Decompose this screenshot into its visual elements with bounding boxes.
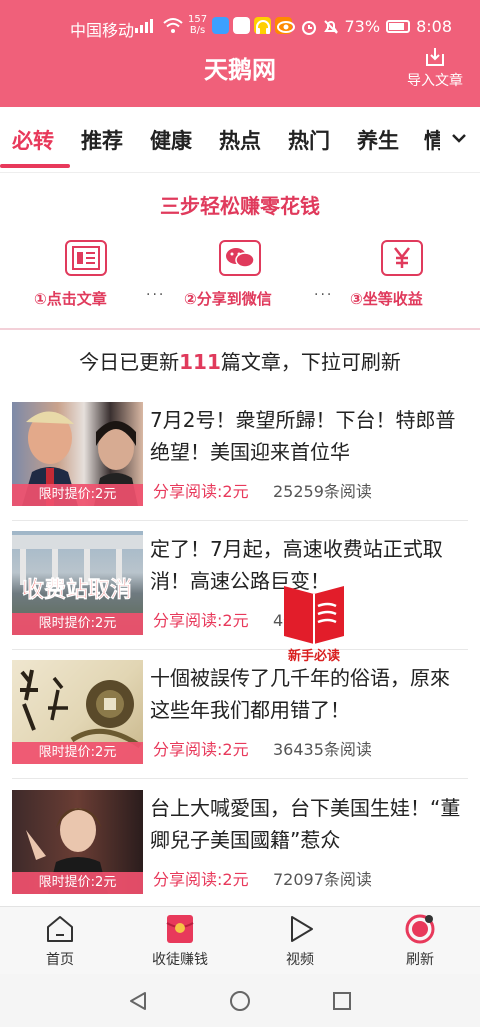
- divider: [0, 328, 480, 330]
- article-thumbnail: 收费站取消 限时提价:2元: [12, 531, 143, 635]
- tab-recommend[interactable]: 推荐: [81, 125, 123, 155]
- chevron-down-icon[interactable]: [448, 127, 470, 149]
- update-notice: 今日已更新111篇文章，下拉可刷新: [79, 350, 401, 374]
- price-label: 限时提价:2元: [12, 872, 143, 894]
- nav-recruit-label: 收徒赚钱: [152, 952, 208, 968]
- nav-home[interactable]: 首页: [20, 913, 100, 969]
- step-dots: ···: [146, 287, 166, 303]
- share-reward: 分享阅读:2元: [153, 870, 249, 889]
- nav-refresh-label: 刷新: [406, 952, 434, 968]
- nav-home-label: 首页: [46, 952, 74, 968]
- carrier-name: 中国移动: [70, 21, 135, 40]
- tab-health[interactable]: 健康: [150, 125, 192, 155]
- book-icon: [284, 586, 344, 644]
- home-circle-icon[interactable]: [229, 990, 251, 1012]
- import-icon: [426, 48, 444, 66]
- article-thumbnail: 限时提价:2元: [12, 660, 143, 764]
- price-label: 限时提价:2元: [12, 613, 143, 635]
- play-icon: [291, 916, 313, 942]
- beginner-guide-badge[interactable]: 新手必读: [278, 582, 350, 666]
- recents-icon[interactable]: [331, 990, 353, 1012]
- svg-text:收费站取消: 收费站取消: [22, 577, 132, 603]
- article-item[interactable]: 限时提价:2元 十個被誤传了几千年的俗语，原來这些年我们都用错了！ 分享阅读:2…: [0, 660, 480, 790]
- nav-refresh[interactable]: 刷新: [380, 913, 460, 969]
- wechat-icon: [219, 240, 261, 276]
- article-headline[interactable]: 台上大喊愛国，台下美国生娃！“董卿兒子美国國籍”惹众: [150, 792, 468, 856]
- app-notify-icon: [212, 17, 229, 34]
- net-speed: 157 B/s: [188, 14, 208, 36]
- yuan-icon: [381, 240, 423, 276]
- status-right: 73% 8:08: [255, 17, 452, 36]
- step-3-label: ③坐等收益: [350, 290, 423, 308]
- wechat-notify-icon: [233, 17, 250, 34]
- system-nav-bar: [0, 974, 480, 1027]
- article-headline[interactable]: 十個被誤传了几千年的俗语，原來这些年我们都用错了！: [150, 662, 468, 726]
- tab-wellness[interactable]: 养生: [357, 125, 399, 155]
- article-icon: [65, 240, 107, 276]
- status-bar: 中国移动 157 B/s 73% 8:08: [0, 0, 480, 52]
- divider: [12, 778, 468, 779]
- wifi-icon: [163, 18, 183, 33]
- share-reward: 分享阅读:2元: [153, 740, 249, 759]
- price-label: 限时提价:2元: [12, 484, 143, 506]
- article-item[interactable]: 收费站取消 限时提价:2元 定了！7月起，高速收费站正式取消！高速公路巨变！ 分…: [0, 531, 480, 661]
- import-label: 导入文章: [407, 73, 463, 89]
- battery-percent: 73%: [344, 17, 381, 36]
- mute-icon: [323, 19, 338, 34]
- step-dots: ···: [314, 287, 334, 303]
- step-2-label: ②分享到微信: [184, 290, 272, 308]
- article-item[interactable]: 限时提价:2元 台上大喊愛国，台下美国生娃！“董卿兒子美国國籍”惹众 分享阅读:…: [0, 790, 480, 920]
- headset-icon: [255, 19, 270, 34]
- refresh-icon: [405, 914, 435, 944]
- bottom-nav: 首页 收徒赚钱 视频 刷新: [0, 906, 480, 974]
- article-thumbnail: 限时提价:2元: [12, 790, 143, 894]
- article-item[interactable]: 限时提价:2元 7月2号！衆望所歸！下台！特郎普绝望！美国迎来首位华 分享阅读:…: [0, 402, 480, 532]
- red-envelope-icon: [166, 915, 194, 943]
- read-count: 25259条阅读: [273, 482, 372, 501]
- promo-title: 三步轻松赚零花钱: [160, 194, 320, 218]
- share-reward: 分享阅读:2元: [153, 611, 249, 630]
- signal-icon: [135, 19, 153, 33]
- nav-video[interactable]: 视频: [260, 913, 340, 969]
- tab-emotion[interactable]: 情: [424, 125, 440, 155]
- step-1-label: ①点击文章: [34, 290, 107, 308]
- update-count: 111: [179, 350, 221, 374]
- share-reward: 分享阅读:2元: [153, 482, 249, 501]
- active-tab-indicator: [0, 164, 70, 168]
- read-count: 72097条阅读: [273, 870, 372, 889]
- article-headline[interactable]: 7月2号！衆望所歸！下台！特郎普绝望！美国迎来首位华: [150, 404, 468, 468]
- home-icon: [47, 916, 73, 942]
- nav-video-label: 视频: [286, 952, 314, 968]
- alarm-icon: [301, 20, 316, 35]
- tab-bizhuan[interactable]: 必转: [12, 125, 54, 155]
- app-header: 中国移动 157 B/s 73% 8:08 天鹅网 导入文章: [0, 0, 480, 107]
- back-icon[interactable]: [127, 990, 149, 1012]
- category-tabs: 必转 推荐 健康 热点 热门 养生 情: [0, 107, 480, 173]
- article-thumbnail: 限时提价:2元: [12, 402, 143, 506]
- tab-popular[interactable]: 热门: [288, 125, 330, 155]
- nav-recruit[interactable]: 收徒赚钱: [140, 913, 220, 969]
- clock: 8:08: [416, 17, 452, 36]
- read-count: 36435条阅读: [273, 740, 372, 759]
- price-label: 限时提价:2元: [12, 742, 143, 764]
- tab-hotspot[interactable]: 热点: [219, 125, 261, 155]
- battery-icon: [386, 20, 411, 33]
- divider: [12, 649, 468, 650]
- import-article-button[interactable]: 导入文章: [402, 46, 468, 90]
- badge-label: 新手必读: [287, 649, 340, 664]
- eye-icon: [276, 20, 295, 33]
- divider: [12, 520, 468, 521]
